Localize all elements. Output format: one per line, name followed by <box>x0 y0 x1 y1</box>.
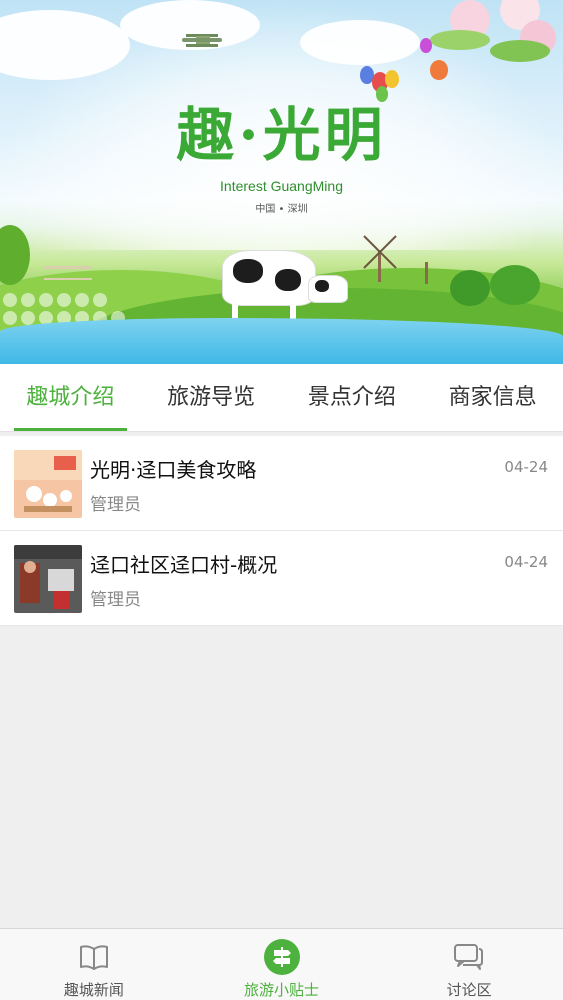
signpost-icon <box>263 939 300 975</box>
bottom-nav: 趣城新闻 旅游小贴士 讨论区 <box>0 928 563 1000</box>
nav-label: 趣城新闻 <box>63 981 124 999</box>
list-item[interactable]: 迳口社区迳口村-概况 管理员 04-24 <box>0 531 563 626</box>
tab-travel-guide[interactable]: 旅游导览 <box>141 364 282 431</box>
tab-attractions[interactable]: 景点介绍 <box>282 364 423 431</box>
fence <box>44 266 92 280</box>
banner-subtitle: Interest GuangMing <box>220 178 343 194</box>
article-author: 管理员 <box>90 590 141 610</box>
book-icon <box>79 945 108 970</box>
nav-city-news[interactable]: 趣城新闻 <box>0 929 188 1000</box>
nav-travel-tips[interactable]: 旅游小贴士 <box>188 929 376 1000</box>
water <box>0 318 563 364</box>
balloon <box>430 60 448 80</box>
header-banner: 趣·光明 Interest GuangMing 中国 • 深圳 <box>0 0 563 364</box>
article-date: 04-24 <box>504 553 548 571</box>
balloon <box>385 70 399 88</box>
article-date: 04-24 <box>504 458 548 476</box>
tab-city-intro[interactable]: 趣城介绍 <box>0 364 141 431</box>
chat-bubbles-icon <box>454 944 484 970</box>
biplane-icon <box>182 34 222 47</box>
cow-large <box>222 250 316 306</box>
nav-discussion[interactable]: 讨论区 <box>375 929 563 1000</box>
category-tabs: 趣城介绍 旅游导览 景点介绍 商家信息 <box>0 364 563 432</box>
banner-title: 趣·光明 <box>176 101 387 169</box>
nav-label: 讨论区 <box>446 981 492 999</box>
article-author: 管理员 <box>90 495 141 515</box>
article-thumbnail <box>14 545 82 613</box>
article-thumbnail <box>14 450 82 518</box>
tree-decoration <box>490 265 540 305</box>
balloon <box>420 38 432 53</box>
cow-small <box>308 275 348 303</box>
article-list: 光明·迳口美食攻略 管理员 04-24 迳口社区迳口村-概况 管理员 04-24 <box>0 436 563 626</box>
article-title: 迳口社区迳口村-概况 <box>90 553 278 577</box>
banner-place: 中国 • 深圳 <box>255 204 308 215</box>
tab-merchants[interactable]: 商家信息 <box>422 364 563 431</box>
list-item[interactable]: 光明·迳口美食攻略 管理员 04-24 <box>0 436 563 531</box>
windmill <box>425 262 428 284</box>
article-title: 光明·迳口美食攻略 <box>90 458 257 482</box>
tree-decoration <box>450 270 490 306</box>
nav-label: 旅游小贴士 <box>244 981 320 999</box>
windmill-blades-icon <box>363 235 397 269</box>
cloud <box>300 20 420 65</box>
flower-decoration <box>430 0 563 80</box>
